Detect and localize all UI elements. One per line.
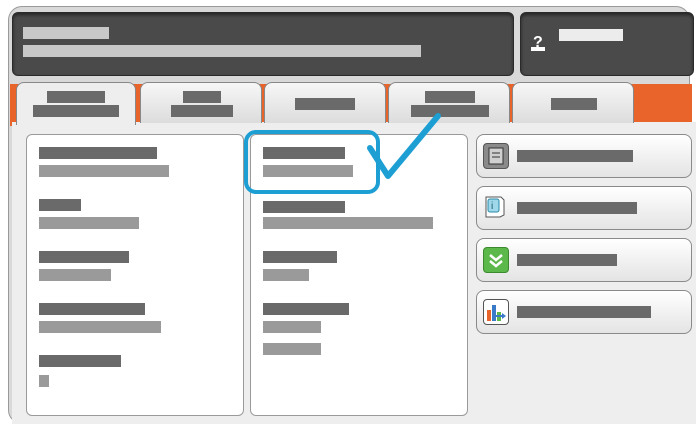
side-button-2[interactable]: i — [476, 186, 692, 230]
list-item-title — [39, 147, 157, 159]
side-button-label — [517, 306, 651, 318]
left-list — [26, 134, 244, 416]
status-message-placeholder — [23, 45, 421, 57]
tab-label-line-1 — [425, 91, 475, 103]
list-item[interactable] — [27, 193, 243, 237]
checkmark-icon — [367, 113, 441, 179]
svg-text:i: i — [491, 201, 493, 212]
tab-label-line-1 — [47, 91, 105, 103]
list-item-title — [39, 355, 121, 367]
list-item-value — [39, 165, 169, 177]
tab-5[interactable] — [512, 82, 634, 123]
tab-1[interactable] — [16, 82, 136, 125]
status-title-placeholder — [23, 27, 109, 39]
list-item[interactable] — [27, 141, 243, 185]
login-button[interactable]: ? — [520, 12, 694, 76]
tab-label — [295, 98, 355, 110]
info-page-icon: i — [483, 195, 507, 219]
list-item[interactable] — [251, 245, 467, 289]
side-button-label — [517, 202, 637, 214]
tab-label-line-2 — [171, 105, 233, 117]
side-button-label — [517, 254, 617, 266]
tab-2[interactable] — [140, 82, 262, 123]
list-item-value — [39, 321, 161, 333]
side-button-label — [517, 150, 633, 162]
list-item-title — [263, 251, 337, 263]
list-item-value — [263, 321, 321, 333]
tab-label-line-1 — [183, 91, 221, 103]
list-item[interactable] — [27, 297, 243, 341]
list-item-value — [39, 217, 139, 229]
bar-chart-icon — [483, 299, 509, 325]
status-bar — [12, 12, 514, 76]
selection-highlight — [244, 130, 380, 194]
list-item[interactable] — [27, 349, 243, 393]
side-button-3[interactable] — [476, 238, 692, 282]
tab-label — [551, 98, 597, 110]
list-item[interactable] — [251, 297, 467, 363]
list-item-value — [39, 269, 111, 281]
list-item-title — [39, 251, 129, 263]
list-item-title — [39, 199, 81, 211]
list-item-title — [39, 303, 145, 315]
list-item-value — [39, 375, 49, 387]
list-item-value — [263, 343, 321, 355]
list-item-title — [263, 201, 345, 213]
side-button-1[interactable] — [476, 134, 692, 178]
list-item-value — [263, 269, 309, 281]
document-list-icon — [483, 143, 509, 169]
side-button-4[interactable] — [476, 290, 692, 334]
list-item[interactable] — [251, 193, 467, 237]
tab-label-line-2 — [33, 105, 119, 117]
list-item-title — [263, 303, 349, 315]
list-item[interactable] — [27, 245, 243, 289]
question-key-icon: ? — [531, 34, 545, 51]
double-chevron-down-icon — [483, 247, 509, 273]
list-item-value — [263, 217, 433, 229]
login-label-placeholder — [559, 29, 623, 41]
